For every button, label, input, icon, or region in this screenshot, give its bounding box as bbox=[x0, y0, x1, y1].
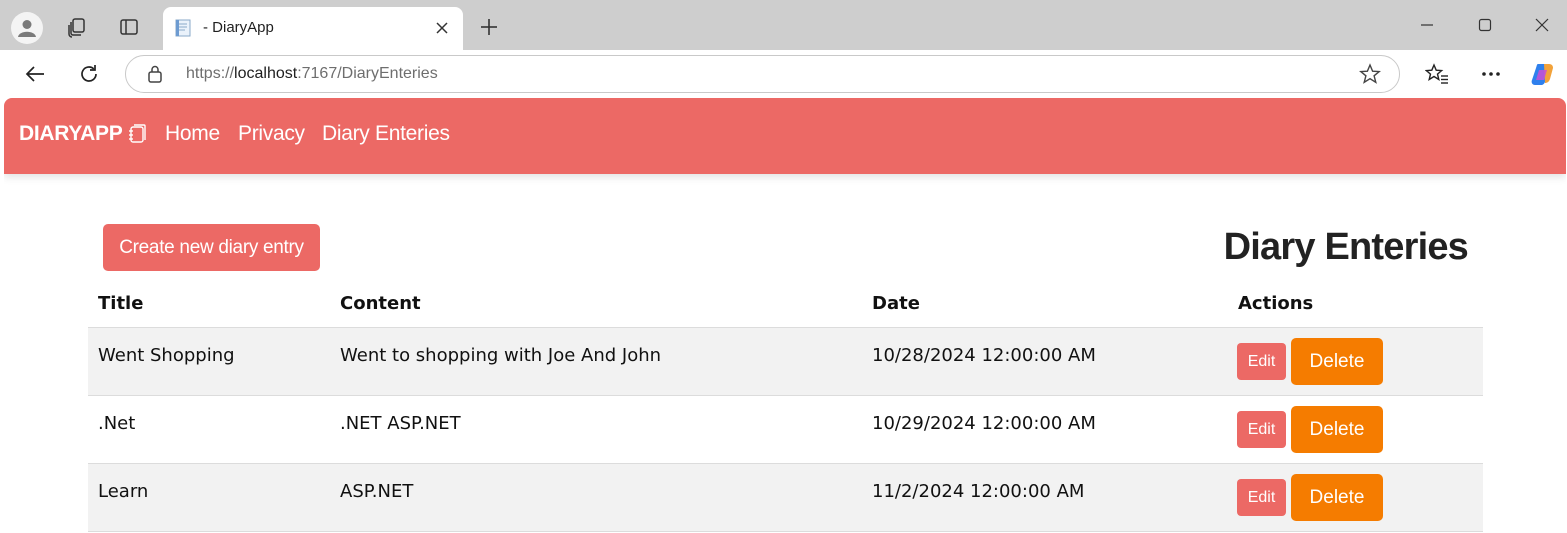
favorites-icon[interactable] bbox=[1422, 59, 1452, 89]
url-path: :7167/DiaryEnteries bbox=[297, 65, 438, 82]
close-icon[interactable] bbox=[433, 19, 451, 37]
edit-button[interactable]: Edit bbox=[1237, 479, 1286, 516]
favicon-icon bbox=[173, 18, 193, 38]
edit-button[interactable]: Edit bbox=[1237, 343, 1286, 380]
table-row: .Net .NET ASP.NET 10/29/2024 12:00:00 AM… bbox=[88, 396, 1483, 464]
column-header-title: Title bbox=[98, 293, 144, 314]
window-close-icon[interactable] bbox=[1527, 12, 1557, 38]
profile-icon[interactable] bbox=[11, 12, 43, 44]
navbar: DIARYAPP Home Privacy Diary Enteries bbox=[4, 98, 1566, 174]
browser-tab-strip: - DiaryApp bbox=[0, 0, 1567, 50]
star-icon[interactable] bbox=[1358, 63, 1383, 87]
maximize-icon[interactable] bbox=[1470, 12, 1500, 38]
table-row: Went Shopping Went to shopping with Joe … bbox=[88, 328, 1483, 396]
lock-icon[interactable] bbox=[146, 64, 166, 84]
cell-content: .NET ASP.NET bbox=[340, 413, 461, 434]
browser-toolbar: https://localhost:7167/DiaryEnteries bbox=[0, 50, 1567, 98]
collections-icon[interactable] bbox=[62, 12, 92, 42]
url-host: localhost bbox=[234, 65, 298, 82]
column-header-content: Content bbox=[340, 293, 421, 314]
minimize-icon[interactable] bbox=[1412, 12, 1442, 38]
cell-title: Learn bbox=[98, 481, 149, 502]
nav-link-privacy[interactable]: Privacy bbox=[238, 122, 305, 146]
nav-link-diary-enteries[interactable]: Diary Enteries bbox=[322, 122, 450, 146]
tab-actions-icon[interactable] bbox=[114, 12, 144, 42]
table-header: Title Content Date Actions bbox=[88, 286, 1483, 328]
delete-button[interactable]: Delete bbox=[1291, 406, 1383, 453]
cell-content: ASP.NET bbox=[340, 481, 414, 502]
delete-button[interactable]: Delete bbox=[1291, 474, 1383, 521]
cell-title: .Net bbox=[98, 413, 136, 434]
web-page: DIARYAPP Home Privacy Diary Enteries Cre… bbox=[4, 98, 1566, 533]
tab-title: - DiaryApp bbox=[203, 19, 274, 36]
cell-date: 11/2/2024 12:00:00 AM bbox=[872, 481, 1085, 502]
url-scheme: https:// bbox=[186, 65, 235, 82]
column-header-date: Date bbox=[872, 293, 920, 314]
page-title: Diary Enteries bbox=[1223, 226, 1469, 268]
cell-date: 10/29/2024 12:00:00 AM bbox=[872, 413, 1096, 434]
notebook-icon bbox=[126, 123, 147, 145]
address-bar[interactable]: https://localhost:7167/DiaryEnteries bbox=[125, 55, 1400, 93]
reload-icon[interactable] bbox=[74, 59, 104, 89]
cell-content: Went to shopping with Joe And John bbox=[340, 345, 662, 366]
copilot-icon[interactable] bbox=[1528, 59, 1558, 89]
delete-button[interactable]: Delete bbox=[1291, 338, 1383, 385]
cell-date: 10/28/2024 12:00:00 AM bbox=[872, 345, 1096, 366]
table-row: Learn ASP.NET 11/2/2024 12:00:00 AM Edit… bbox=[88, 464, 1483, 532]
create-entry-button[interactable]: Create new diary entry bbox=[103, 224, 320, 271]
edit-button[interactable]: Edit bbox=[1237, 411, 1286, 448]
brand-link[interactable]: DIARYAPP bbox=[19, 122, 147, 146]
url-text[interactable]: https://localhost:7167/DiaryEnteries bbox=[186, 65, 438, 83]
column-header-actions: Actions bbox=[1238, 293, 1314, 314]
nav-link-home[interactable]: Home bbox=[165, 122, 220, 146]
cell-title: Went Shopping bbox=[98, 345, 235, 366]
brand-text: DIARYAPP bbox=[19, 122, 123, 145]
plus-icon[interactable] bbox=[475, 13, 503, 41]
active-tab[interactable]: - DiaryApp bbox=[163, 7, 463, 50]
back-icon[interactable] bbox=[20, 59, 50, 89]
more-icon[interactable] bbox=[1476, 59, 1506, 89]
